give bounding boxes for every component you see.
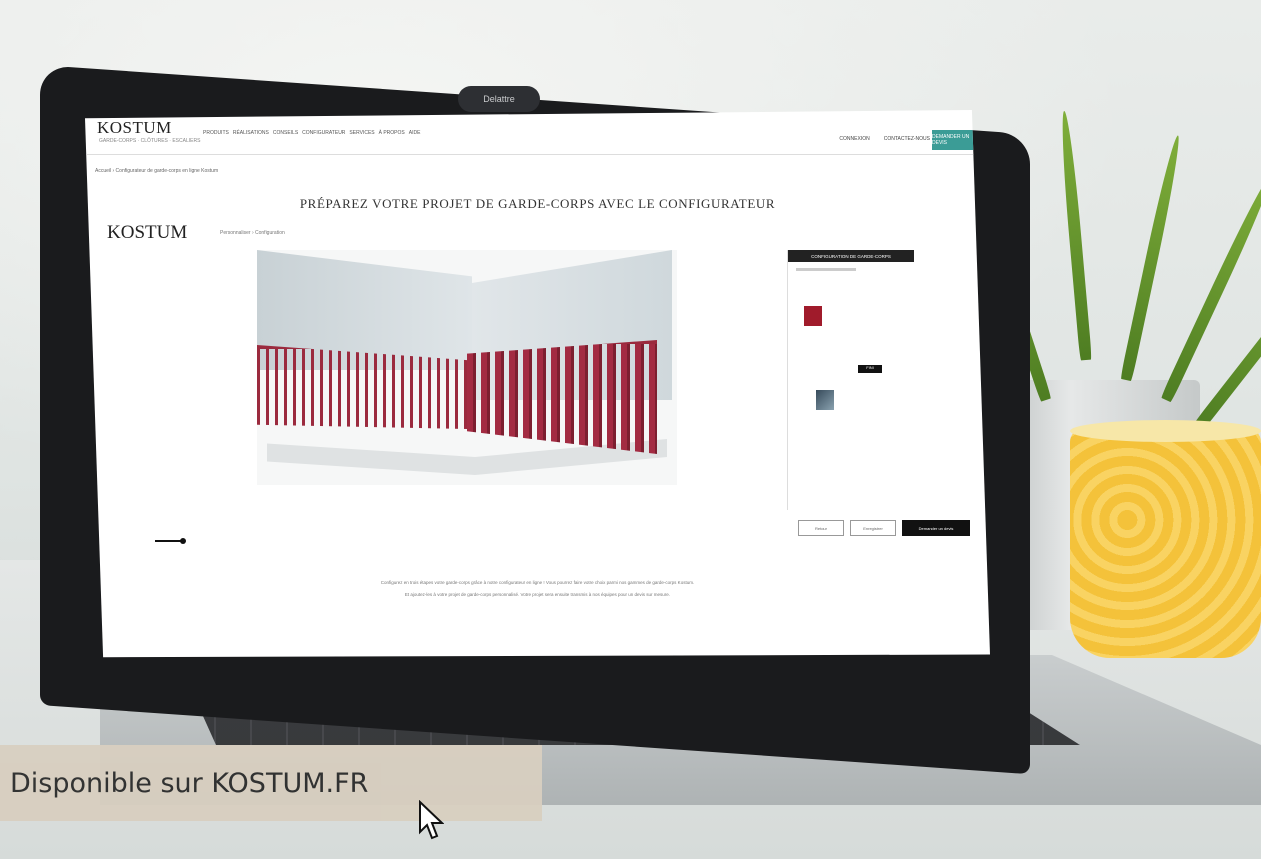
configurator-logo: KOSTUM bbox=[107, 222, 188, 243]
nav-right: CONNEXION CONTACTEZ-NOUS bbox=[839, 136, 930, 142]
nav-link[interactable]: RÉALISATIONS bbox=[233, 130, 269, 136]
request-quote-button[interactable]: Demander un devis bbox=[902, 520, 970, 536]
nav-link[interactable]: CONFIGURATEUR bbox=[302, 130, 345, 136]
nav-link[interactable]: PRODUITS bbox=[203, 130, 229, 136]
mug-rim bbox=[1070, 420, 1261, 442]
mouse-cursor-icon bbox=[419, 800, 444, 840]
nav-link[interactable]: À PROPOS bbox=[379, 130, 405, 136]
arrow-icon[interactable] bbox=[155, 538, 186, 544]
footer-text-line2: Et ajoutez-les à votre projet de garde-c… bbox=[404, 592, 671, 597]
site-logo[interactable]: KOSTUM bbox=[97, 118, 172, 138]
railing-right bbox=[467, 340, 657, 454]
side-panel-title: CONFIGURATION DE GARDE-CORPS bbox=[788, 250, 914, 262]
camera-label: Delattre bbox=[458, 86, 540, 112]
action-buttons: Retour Enregistrer Demander un devis bbox=[798, 520, 970, 536]
login-link[interactable]: CONNEXION bbox=[839, 136, 869, 142]
3d-viewer[interactable] bbox=[257, 250, 677, 485]
nav-link[interactable]: SERVICES bbox=[349, 130, 374, 136]
configurator-breadcrumb: Personnaliser › Configuration bbox=[220, 230, 285, 236]
breadcrumb: Accueil › Configurateur de garde-corps e… bbox=[95, 168, 219, 174]
availability-banner: Disponible sur KOSTUM.FR bbox=[0, 745, 542, 821]
coffee-mug bbox=[1070, 428, 1261, 658]
color-swatch-red[interactable] bbox=[804, 306, 822, 326]
nav-link[interactable]: CONSEILS bbox=[273, 130, 298, 136]
site-logo-subtitle: GARDE-CORPS · CLÔTURES · ESCALIERS bbox=[99, 138, 201, 144]
finish-tab[interactable]: FINI bbox=[858, 365, 882, 373]
back-button[interactable]: Retour bbox=[798, 520, 844, 536]
page-title: PRÉPAREZ VOTRE PROJET DE GARDE-CORPS AVE… bbox=[299, 196, 776, 211]
config-side-panel: CONFIGURATION DE GARDE-CORPS FINI bbox=[787, 250, 914, 510]
contact-link[interactable]: CONTACTEZ-NOUS bbox=[884, 136, 930, 142]
nav-link[interactable]: AIDE bbox=[409, 130, 421, 136]
nav-links: PRODUITS RÉALISATIONS CONSEILS CONFIGURA… bbox=[203, 130, 420, 136]
banner-text: Disponible sur KOSTUM.FR bbox=[10, 767, 369, 799]
laptop-screen: KOSTUM GARDE-CORPS · CLÔTURES · ESCALIER… bbox=[85, 110, 990, 658]
model-thumbnail[interactable] bbox=[816, 390, 834, 410]
side-panel-line bbox=[796, 268, 856, 271]
save-button[interactable]: Enregistrer bbox=[850, 520, 896, 536]
footer-text-line1: Configurez en trois étapes votre garde-c… bbox=[380, 580, 695, 585]
